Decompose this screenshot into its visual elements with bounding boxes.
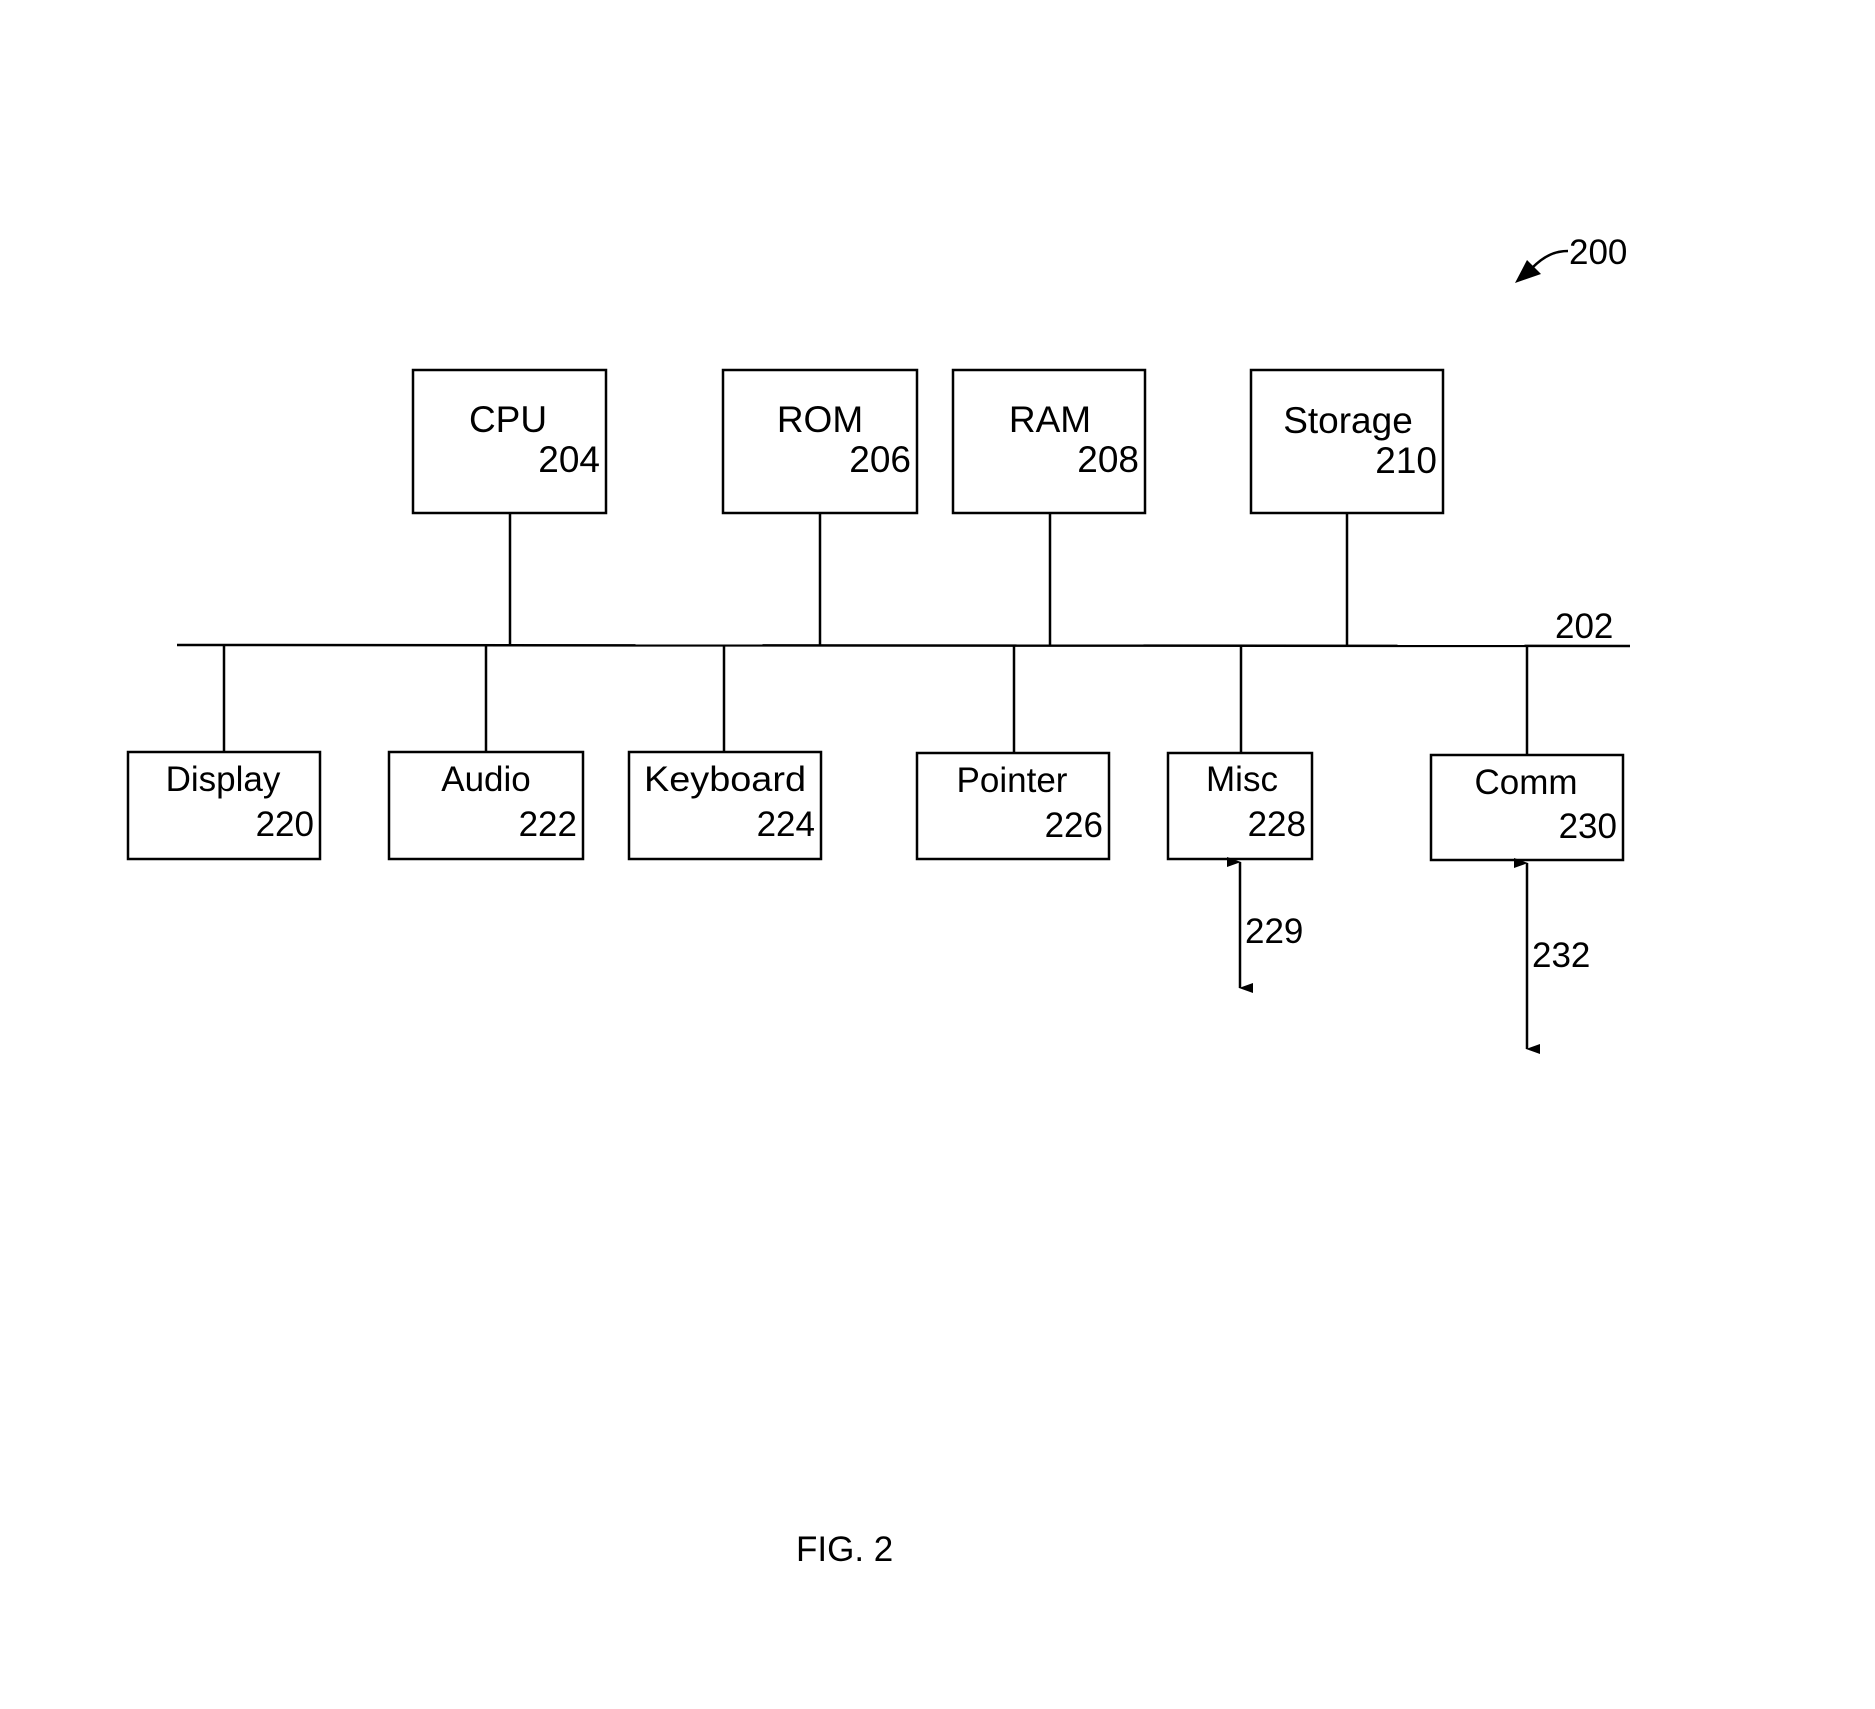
external-link-232: 232: [1514, 858, 1590, 1054]
display-ref: 220: [256, 805, 314, 844]
component-keyboard[interactable]: Keyboard 224: [627, 645, 823, 861]
bus-label: 202: [1555, 607, 1613, 646]
cpu-ref: 204: [538, 439, 600, 480]
block-diagram: 200 202 CPU 204 ROM 206 RAM 208 Storage …: [126, 233, 1631, 1569]
figure-reference: 200: [1515, 233, 1627, 283]
figure-reference-arrow: [1531, 249, 1569, 269]
component-comm[interactable]: Comm 230: [1429, 646, 1625, 862]
misc-ref: 228: [1248, 805, 1306, 844]
misc-external-label: 229: [1245, 912, 1303, 951]
pointer-ref: 226: [1045, 806, 1103, 845]
figure-caption: FIG. 2: [796, 1530, 893, 1569]
pointer-label: Pointer: [957, 761, 1068, 800]
audio-label: Audio: [441, 760, 531, 799]
cpu-label: CPU: [469, 399, 547, 440]
comm-external-label: 232: [1532, 936, 1590, 975]
ram-ref: 208: [1077, 439, 1139, 480]
component-cpu[interactable]: CPU 204: [411, 368, 608, 645]
component-storage[interactable]: Storage 210: [1249, 368, 1445, 646]
rom-label: ROM: [777, 399, 863, 440]
comm-label: Comm: [1474, 763, 1577, 802]
comm-ref: 230: [1559, 807, 1617, 846]
component-rom[interactable]: ROM 206: [721, 368, 919, 645]
audio-ref: 222: [519, 805, 577, 844]
keyboard-label: Keyboard: [644, 760, 806, 799]
misc-label: Misc: [1206, 760, 1278, 799]
display-label: Display: [166, 760, 281, 799]
bus-line: [176, 643, 1631, 648]
top-components: CPU 204 ROM 206 RAM 208 Storage 210: [411, 368, 1445, 646]
component-pointer[interactable]: Pointer 226: [915, 645, 1111, 861]
component-misc[interactable]: Misc 228: [1166, 645, 1314, 861]
storage-label: Storage: [1283, 400, 1413, 441]
figure-reference-label: 200: [1569, 233, 1627, 272]
system-bus: 202: [176, 607, 1631, 648]
external-link-229: 229: [1227, 857, 1303, 993]
bottom-components: Display 220 Audio 222 Keyboard 224 Point…: [126, 645, 1625, 862]
component-display[interactable]: Display 220: [126, 645, 322, 861]
component-audio[interactable]: Audio 222: [387, 645, 585, 861]
rom-ref: 206: [849, 439, 911, 480]
keyboard-ref: 224: [757, 805, 815, 844]
ram-label: RAM: [1009, 399, 1091, 440]
storage-ref: 210: [1375, 440, 1437, 481]
component-ram[interactable]: RAM 208: [951, 368, 1147, 645]
